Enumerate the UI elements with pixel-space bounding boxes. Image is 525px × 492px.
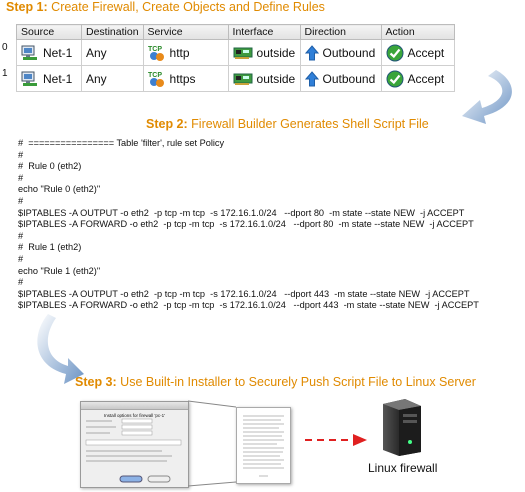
linux-firewall-label: Linux firewall [368,461,438,475]
push-arrow-icon [305,434,367,446]
script-document [236,407,291,484]
document-text-lines [243,415,284,477]
linux-server-icon [383,399,421,456]
